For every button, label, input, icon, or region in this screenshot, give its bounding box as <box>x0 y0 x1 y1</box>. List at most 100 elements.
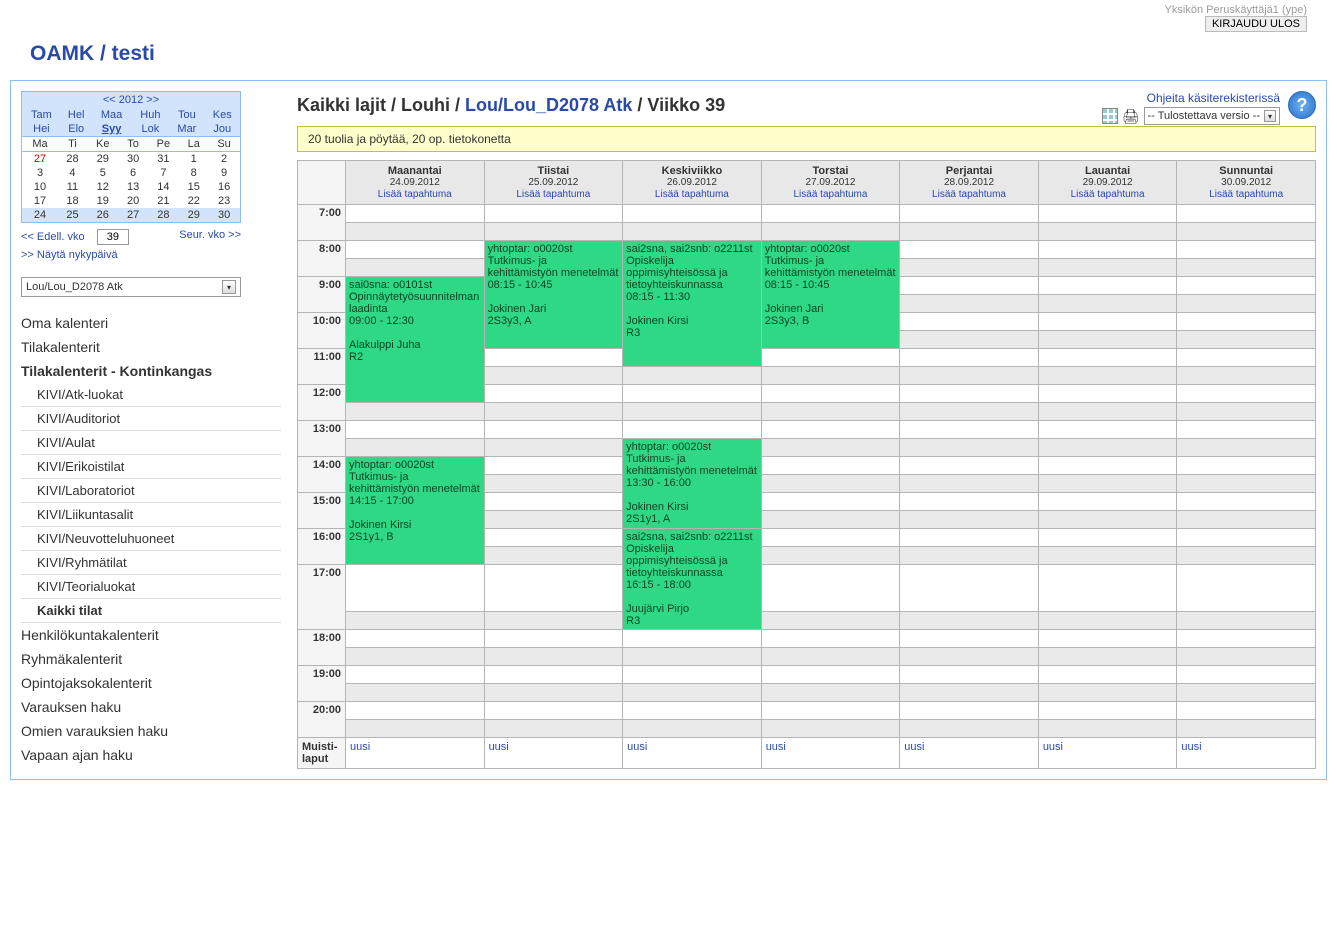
calendar-event[interactable]: yhtoptar: o0020st Tutkimus- ja kehittämi… <box>623 439 762 529</box>
calendar-day[interactable]: 29 <box>179 208 208 222</box>
sidebar-item[interactable]: Oma kalenteri <box>21 311 281 335</box>
empty-slot[interactable] <box>1177 403 1316 421</box>
empty-slot[interactable] <box>623 702 762 720</box>
empty-slot[interactable] <box>1177 547 1316 565</box>
empty-slot[interactable] <box>900 547 1039 565</box>
month-link[interactable]: Tam <box>31 109 52 121</box>
calendar-day[interactable]: 24 <box>22 208 58 222</box>
empty-slot[interactable] <box>346 702 485 720</box>
calendar-day[interactable]: 20 <box>119 194 148 208</box>
empty-slot[interactable] <box>900 612 1039 630</box>
sidebar-item[interactable]: KIVI/Aulat <box>21 431 281 455</box>
empty-slot[interactable] <box>484 684 623 702</box>
sidebar-item[interactable]: Varauksen haku <box>21 695 281 719</box>
empty-slot[interactable] <box>900 529 1039 547</box>
sidebar-item[interactable]: Opintojaksokalenterit <box>21 671 281 695</box>
empty-slot[interactable] <box>1177 565 1316 612</box>
empty-slot[interactable] <box>900 720 1039 738</box>
empty-slot[interactable] <box>1038 403 1177 421</box>
empty-slot[interactable] <box>1038 702 1177 720</box>
empty-slot[interactable] <box>484 630 623 648</box>
empty-slot[interactable] <box>761 403 900 421</box>
empty-slot[interactable] <box>1038 529 1177 547</box>
empty-slot[interactable] <box>900 205 1039 223</box>
empty-slot[interactable] <box>623 403 762 421</box>
add-event-link[interactable]: Lisää tapahtuma <box>378 189 452 200</box>
empty-slot[interactable] <box>1038 421 1177 439</box>
add-event-link[interactable]: Lisää tapahtuma <box>1209 189 1283 200</box>
empty-slot[interactable] <box>1177 439 1316 457</box>
empty-slot[interactable] <box>623 223 762 241</box>
empty-slot[interactable] <box>1038 205 1177 223</box>
calendar-day[interactable]: 30 <box>208 208 240 222</box>
new-memo-link[interactable]: uusi <box>627 741 647 753</box>
empty-slot[interactable] <box>761 547 900 565</box>
calendar-day[interactable]: 26 <box>87 208 119 222</box>
empty-slot[interactable] <box>761 511 900 529</box>
empty-slot[interactable] <box>1177 630 1316 648</box>
empty-slot[interactable] <box>623 666 762 684</box>
empty-slot[interactable] <box>346 205 485 223</box>
calendar-day[interactable]: 28 <box>58 152 87 167</box>
calendar-day[interactable]: 19 <box>87 194 119 208</box>
empty-slot[interactable] <box>1177 493 1316 511</box>
empty-slot[interactable] <box>1177 223 1316 241</box>
empty-slot[interactable] <box>623 367 762 385</box>
add-event-link[interactable]: Lisää tapahtuma <box>793 189 867 200</box>
empty-slot[interactable] <box>1038 684 1177 702</box>
calendar-event[interactable]: sai0sna: o0101st Opinnäytetyösuunnitelma… <box>346 277 485 403</box>
empty-slot[interactable] <box>1177 367 1316 385</box>
empty-slot[interactable] <box>900 241 1039 259</box>
new-memo-link[interactable]: uusi <box>1181 741 1201 753</box>
empty-slot[interactable] <box>1038 439 1177 457</box>
empty-slot[interactable] <box>484 666 623 684</box>
empty-slot[interactable] <box>484 511 623 529</box>
empty-slot[interactable] <box>484 205 623 223</box>
empty-slot[interactable] <box>484 223 623 241</box>
empty-slot[interactable] <box>484 547 623 565</box>
empty-slot[interactable] <box>484 493 623 511</box>
empty-slot[interactable] <box>484 612 623 630</box>
empty-slot[interactable] <box>1038 313 1177 331</box>
sidebar-item[interactable]: KIVI/Atk-luokat <box>21 383 281 407</box>
empty-slot[interactable] <box>900 277 1039 295</box>
empty-slot[interactable] <box>1177 259 1316 277</box>
add-event-link[interactable]: Lisää tapahtuma <box>516 189 590 200</box>
empty-slot[interactable] <box>623 205 762 223</box>
prev-week-link[interactable]: << Edell. vko <box>21 231 85 243</box>
add-event-link[interactable]: Lisää tapahtuma <box>932 189 1006 200</box>
add-event-link[interactable]: Lisää tapahtuma <box>1071 189 1145 200</box>
empty-slot[interactable] <box>1038 547 1177 565</box>
print-version-select[interactable]: -- Tulostettava versio -- ▾ <box>1144 107 1280 125</box>
sidebar-item[interactable]: KIVI/Ryhmätilat <box>21 551 281 575</box>
help-icon[interactable]: ? <box>1288 91 1316 119</box>
month-link[interactable]: Kes <box>213 109 232 121</box>
empty-slot[interactable] <box>1038 349 1177 367</box>
calendar-day[interactable]: 27 <box>22 152 58 167</box>
calendar-event[interactable]: yhtoptar: o0020st Tutkimus- ja kehittämi… <box>761 241 900 349</box>
empty-slot[interactable] <box>346 565 485 612</box>
empty-slot[interactable] <box>1038 612 1177 630</box>
empty-slot[interactable] <box>1177 295 1316 313</box>
empty-slot[interactable] <box>1177 648 1316 666</box>
sidebar-item[interactable]: Ryhmäkalenterit <box>21 647 281 671</box>
empty-slot[interactable] <box>900 403 1039 421</box>
calendar-day[interactable]: 22 <box>179 194 208 208</box>
empty-slot[interactable] <box>484 702 623 720</box>
year-link[interactable]: 2012 <box>119 94 143 106</box>
empty-slot[interactable] <box>346 403 485 421</box>
empty-slot[interactable] <box>346 421 485 439</box>
week-number-input[interactable] <box>97 229 129 245</box>
empty-slot[interactable] <box>900 223 1039 241</box>
empty-slot[interactable] <box>1038 565 1177 612</box>
empty-slot[interactable] <box>346 612 485 630</box>
sidebar-item[interactable]: Henkilökuntakalenterit <box>21 623 281 647</box>
calendar-day[interactable]: 27 <box>119 208 148 222</box>
empty-slot[interactable] <box>1177 385 1316 403</box>
year-next-link[interactable]: >> <box>146 94 159 106</box>
empty-slot[interactable] <box>346 439 485 457</box>
calendar-day[interactable]: 7 <box>148 166 180 180</box>
calendar-day[interactable]: 6 <box>119 166 148 180</box>
empty-slot[interactable] <box>346 720 485 738</box>
calendar-day[interactable]: 14 <box>148 180 180 194</box>
